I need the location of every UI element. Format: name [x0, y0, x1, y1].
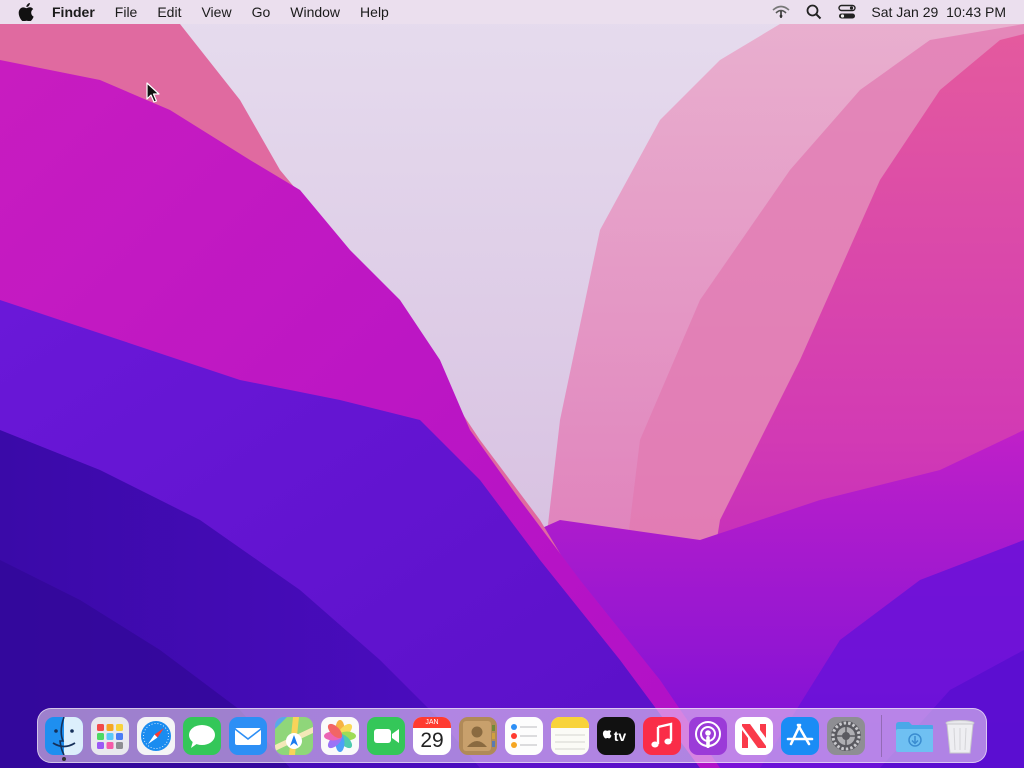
dock-mail[interactable] — [229, 717, 267, 755]
dock-finder[interactable] — [45, 717, 83, 755]
menu-go[interactable]: Go — [242, 0, 281, 24]
tv-label: tv — [613, 728, 627, 744]
dock-contacts[interactable] — [459, 717, 497, 755]
notes-icon — [551, 717, 589, 755]
system-preferences-icon — [827, 717, 865, 755]
dock-messages[interactable] — [183, 717, 221, 755]
trash-icon — [945, 720, 975, 754]
downloads-folder-icon — [896, 722, 933, 752]
menu-bar-clock[interactable]: Sat Jan 29 10:43 PM — [871, 0, 1006, 24]
dock-system-preferences[interactable] — [827, 717, 865, 755]
finder-running-indicator — [62, 757, 66, 761]
dock-calendar[interactable]: JAN 29 — [413, 717, 451, 755]
dock-notes[interactable] — [551, 717, 589, 755]
dock-podcasts[interactable] — [689, 717, 727, 755]
messages-icon — [183, 717, 221, 755]
dock-maps[interactable] — [275, 717, 313, 755]
dock-tv[interactable]: tv — [597, 717, 635, 755]
photos-icon — [321, 717, 359, 755]
control-center-icon[interactable] — [838, 0, 857, 24]
search-icon[interactable] — [805, 0, 823, 24]
dock-separator — [881, 715, 882, 757]
dock-reminders[interactable] — [505, 717, 543, 755]
mail-icon — [229, 717, 267, 755]
contacts-icon — [459, 717, 497, 755]
facetime-icon — [367, 717, 405, 755]
safari-icon — [137, 717, 175, 755]
dock-news[interactable] — [735, 717, 773, 755]
apple-icon[interactable] — [18, 0, 36, 24]
menu-edit[interactable]: Edit — [147, 0, 191, 24]
dock-downloads-folder[interactable] — [895, 717, 933, 755]
menu-bar: Finder File Edit View Go Window Help Sat… — [0, 0, 1024, 24]
dock-safari[interactable] — [137, 717, 175, 755]
finder-icon — [45, 717, 83, 755]
dock-app-store[interactable] — [781, 717, 819, 755]
dock-facetime[interactable] — [367, 717, 405, 755]
app-store-icon — [781, 717, 819, 755]
wifi-icon[interactable] — [772, 0, 790, 24]
music-icon — [643, 717, 681, 755]
maps-icon — [275, 717, 313, 755]
news-icon — [735, 717, 773, 755]
dock-trash[interactable] — [941, 717, 979, 755]
menu-help[interactable]: Help — [350, 0, 399, 24]
menu-view[interactable]: View — [191, 0, 241, 24]
launchpad-icon — [91, 717, 129, 755]
dock-launchpad[interactable] — [91, 717, 129, 755]
app-name-menu[interactable]: Finder — [52, 0, 105, 24]
mouse-pointer-icon — [146, 82, 160, 103]
podcasts-icon — [689, 717, 727, 755]
desktop-wallpaper — [0, 0, 1024, 768]
dock: JAN 29 tv — [37, 708, 987, 763]
dock-music[interactable] — [643, 717, 681, 755]
dock-photos[interactable] — [321, 717, 359, 755]
calendar-day: 29 — [420, 729, 444, 752]
menu-file[interactable]: File — [105, 0, 148, 24]
reminders-icon — [505, 717, 543, 755]
menu-window[interactable]: Window — [280, 0, 350, 24]
